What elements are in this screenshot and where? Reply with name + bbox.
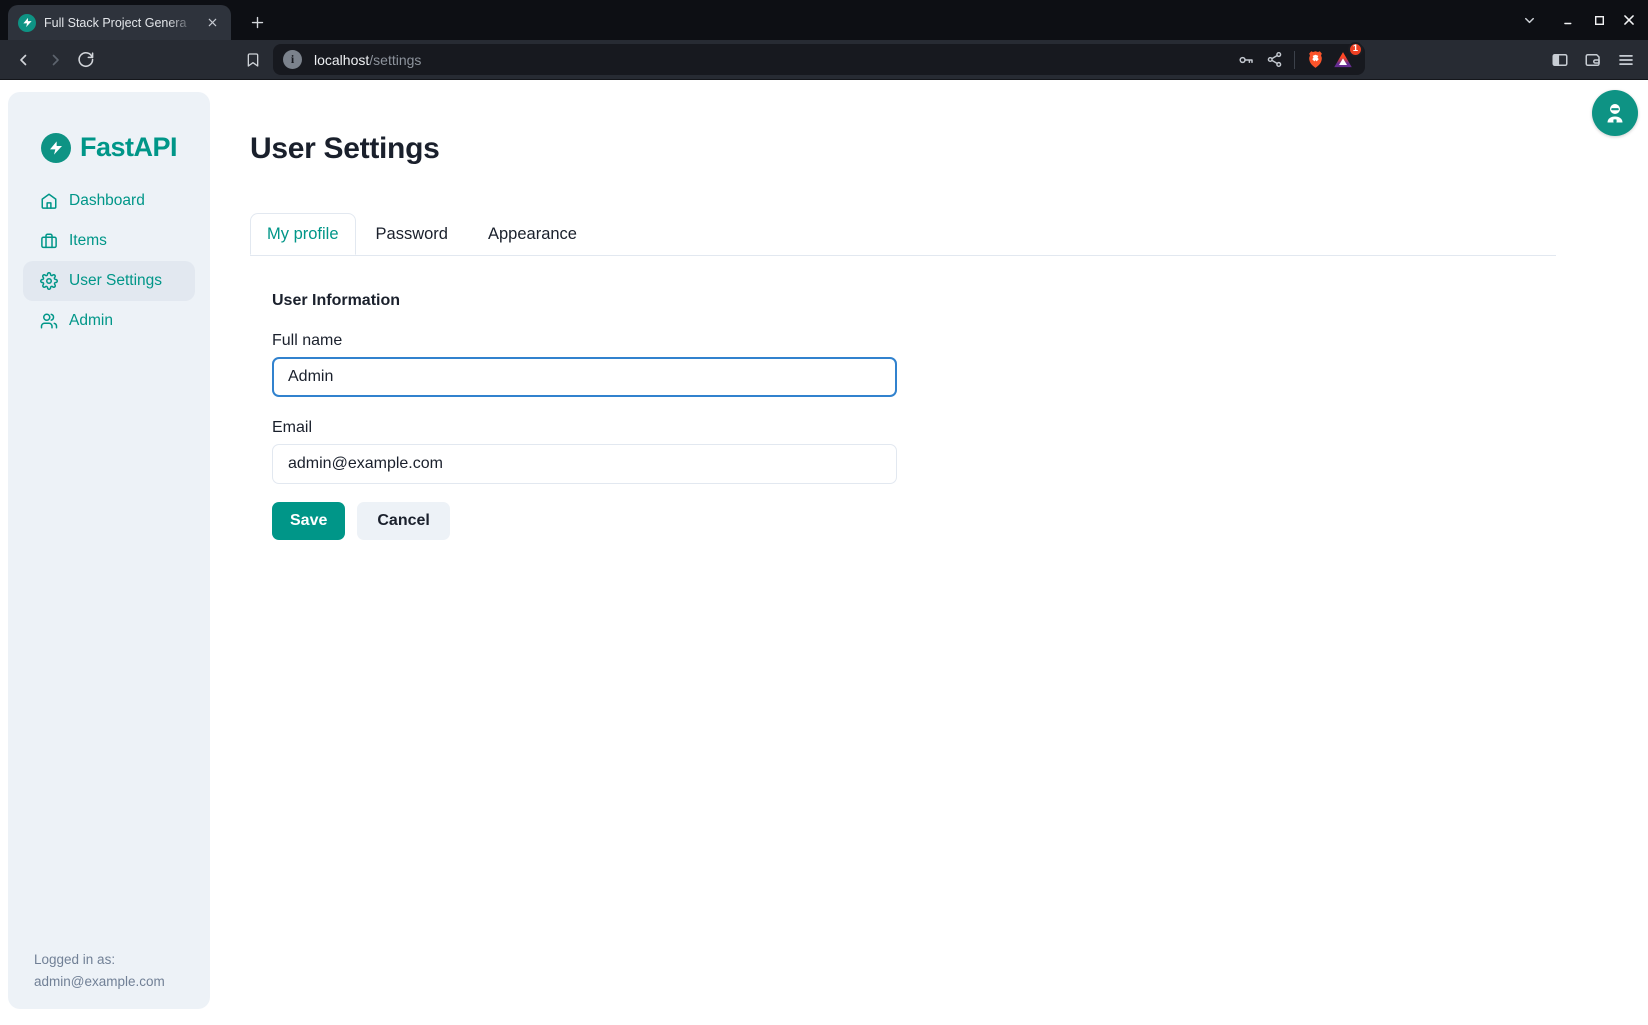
sidebar-nav: Dashboard Items User Settings Admin [8, 181, 210, 341]
close-window-button[interactable] [1614, 5, 1644, 35]
full-name-label: Full name [272, 332, 1556, 350]
sidebar-toggle-icon [1551, 51, 1569, 69]
bookmark-button[interactable] [237, 44, 268, 75]
password-key-button[interactable] [1232, 46, 1260, 74]
sidebar-item-dashboard[interactable]: Dashboard [23, 181, 195, 221]
brave-shield-icon [1306, 50, 1325, 69]
toolbar-divider [1294, 51, 1295, 69]
sidebar-item-label: Dashboard [69, 192, 145, 210]
browser-tab[interactable]: Full Stack Project Genera [8, 5, 231, 40]
users-icon [40, 312, 58, 330]
app-page: FastAPI Dashboard Items User Settings [0, 80, 1648, 1025]
email-input[interactable] [272, 444, 897, 484]
minimize-icon [1562, 13, 1576, 27]
chevron-down-icon [1522, 13, 1537, 28]
profile-form: User Information Full name Email Save Ca… [250, 292, 1556, 540]
email-label: Email [272, 419, 1556, 437]
sidebar-item-user-settings[interactable]: User Settings [23, 261, 195, 301]
settings-tabs: My profile Password Appearance [250, 213, 1556, 256]
share-button[interactable] [1260, 46, 1288, 74]
brave-shields-button[interactable] [1301, 46, 1329, 74]
url-path: /settings [369, 52, 421, 68]
tab-close-icon[interactable] [203, 14, 221, 32]
url-host: localhost [314, 52, 369, 68]
reload-icon [77, 51, 94, 68]
sidebar-item-items[interactable]: Items [23, 221, 195, 261]
logged-in-info: Logged in as: admin@example.com [8, 949, 210, 1009]
bookmark-icon [245, 52, 261, 68]
fastapi-logo: FastAPI [41, 132, 177, 163]
logged-in-label: Logged in as: [34, 949, 184, 971]
back-icon [15, 51, 33, 69]
logo-text: FastAPI [80, 132, 177, 163]
wallet-button[interactable] [1576, 44, 1609, 75]
form-actions: Save Cancel [272, 502, 1556, 540]
user-menu-button[interactable] [1592, 90, 1638, 136]
sidebar-item-admin[interactable]: Admin [23, 301, 195, 341]
sidebar: FastAPI Dashboard Items User Settings [8, 92, 210, 1009]
sidebar-toggle-button[interactable] [1543, 44, 1576, 75]
rewards-notification-badge: 1 [1348, 42, 1363, 57]
back-button[interactable] [8, 44, 39, 75]
sidebar-item-label: Admin [69, 312, 113, 330]
close-icon [1622, 13, 1636, 27]
menu-button[interactable] [1609, 44, 1642, 75]
tab-appearance[interactable]: Appearance [468, 213, 597, 255]
tab-title: Full Stack Project Genera [44, 16, 195, 30]
forward-icon [46, 51, 64, 69]
hamburger-menu-icon [1617, 51, 1635, 69]
tab-my-profile[interactable]: My profile [250, 213, 356, 255]
tab-password[interactable]: Password [356, 213, 468, 255]
new-tab-button[interactable] [243, 8, 271, 36]
key-icon [1237, 51, 1255, 69]
toolbar-right-group [1543, 44, 1648, 75]
logged-in-email: admin@example.com [34, 971, 184, 993]
maximize-button[interactable] [1584, 5, 1614, 35]
full-name-input[interactable] [272, 357, 897, 397]
window-controls [1514, 0, 1644, 40]
fastapi-favicon-icon [18, 14, 36, 32]
user-astronaut-icon [1603, 101, 1627, 125]
share-icon [1266, 51, 1283, 68]
main-area: User Settings My profile Password Appear… [210, 80, 1648, 1025]
wallet-icon [1584, 51, 1602, 69]
home-icon [40, 192, 58, 210]
minimize-button[interactable] [1554, 5, 1584, 35]
reload-button[interactable] [70, 44, 101, 75]
maximize-icon [1593, 14, 1606, 27]
plus-icon [250, 15, 265, 30]
address-bar[interactable]: i localhost/settings 1 [273, 44, 1365, 75]
briefcase-icon [40, 232, 58, 250]
gear-icon [40, 272, 58, 290]
browser-toolbar: i localhost/settings 1 [0, 40, 1648, 80]
fastapi-bolt-icon [41, 133, 71, 163]
save-button[interactable]: Save [272, 502, 345, 540]
forward-button [39, 44, 70, 75]
browser-tab-bar: Full Stack Project Genera [0, 0, 1648, 40]
site-info-icon[interactable]: i [283, 50, 302, 69]
settings-content: User Settings My profile Password Appear… [250, 80, 1556, 540]
tab-search-button[interactable] [1514, 5, 1544, 35]
section-title: User Information [272, 292, 1556, 310]
url-text[interactable]: localhost/settings [314, 52, 1232, 68]
page-title: User Settings [250, 80, 1556, 166]
cancel-button[interactable]: Cancel [357, 502, 449, 540]
sidebar-item-label: User Settings [69, 272, 162, 290]
sidebar-item-label: Items [69, 232, 107, 250]
